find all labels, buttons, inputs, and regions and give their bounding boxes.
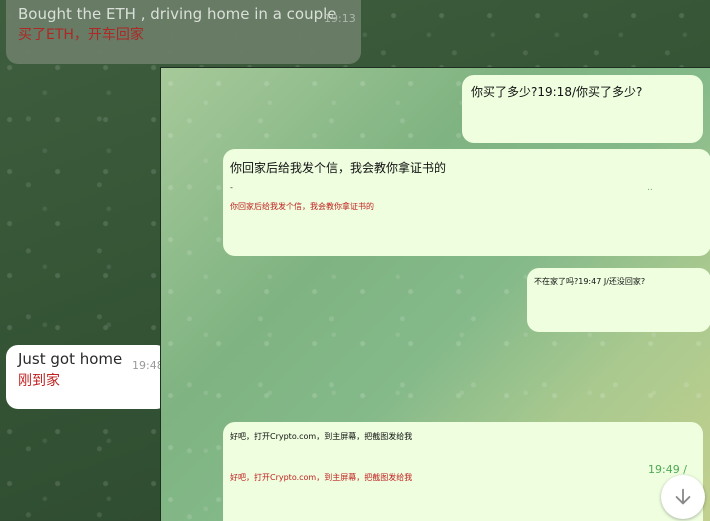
message-time: 19:48 — [132, 359, 164, 372]
message-partial-time: .. — [647, 183, 653, 193]
arrow-down-icon — [675, 488, 691, 505]
message-partial: - — [230, 183, 233, 192]
message-text-cn: 好吧，打开Crypto.com，到主屏幕，把截图发给我 — [230, 473, 413, 482]
message-text-en: Just got home — [18, 350, 123, 368]
message-text: 不在家了吗?19:47 J/还没回家? — [534, 277, 646, 286]
message-bubble-outgoing: 你回家后给我发个信，我会教你拿证书的 - .. 你回家后给我发个信，我会教你拿证… — [223, 149, 710, 256]
message-time: 19:13 — [324, 12, 356, 25]
message-bubble-outgoing: 好吧，打开Crypto.com，到主屏幕，把截图发给我 好吧，打开Crypto.… — [223, 422, 703, 521]
message-text-cn: 买了ETH，开车回家 — [18, 27, 144, 43]
message-text-cn: 你回家后给我发个信，我会教你拿证书的 — [230, 202, 374, 211]
message-bubble-incoming: Bought the ETH , driving home in a coupl… — [6, 0, 361, 64]
message-text: 好吧，打开Crypto.com，到主屏幕，把截图发给我 — [230, 432, 413, 441]
message-text: 你回家后给我发个信，我会教你拿证书的 — [230, 161, 447, 175]
message-text: 你买了多少?19:18/你买了多少? — [471, 85, 643, 99]
message-text-cn: 刚到家 — [18, 373, 60, 389]
message-bubble-outgoing: 你买了多少?19:18/你买了多少? — [462, 75, 703, 143]
message-bubble-incoming: Just got home 刚到家 19:48 — [6, 345, 168, 409]
message-text-en: Bought the ETH , driving home in a coupl… — [18, 5, 337, 23]
scroll-to-bottom-button[interactable] — [661, 475, 705, 519]
message-bubble-outgoing: 不在家了吗?19:47 J/还没回家? — [527, 268, 710, 332]
chat-window-foreground: 你买了多少?19:18/你买了多少? 你回家后给我发个信，我会教你拿证书的 - … — [160, 67, 710, 521]
